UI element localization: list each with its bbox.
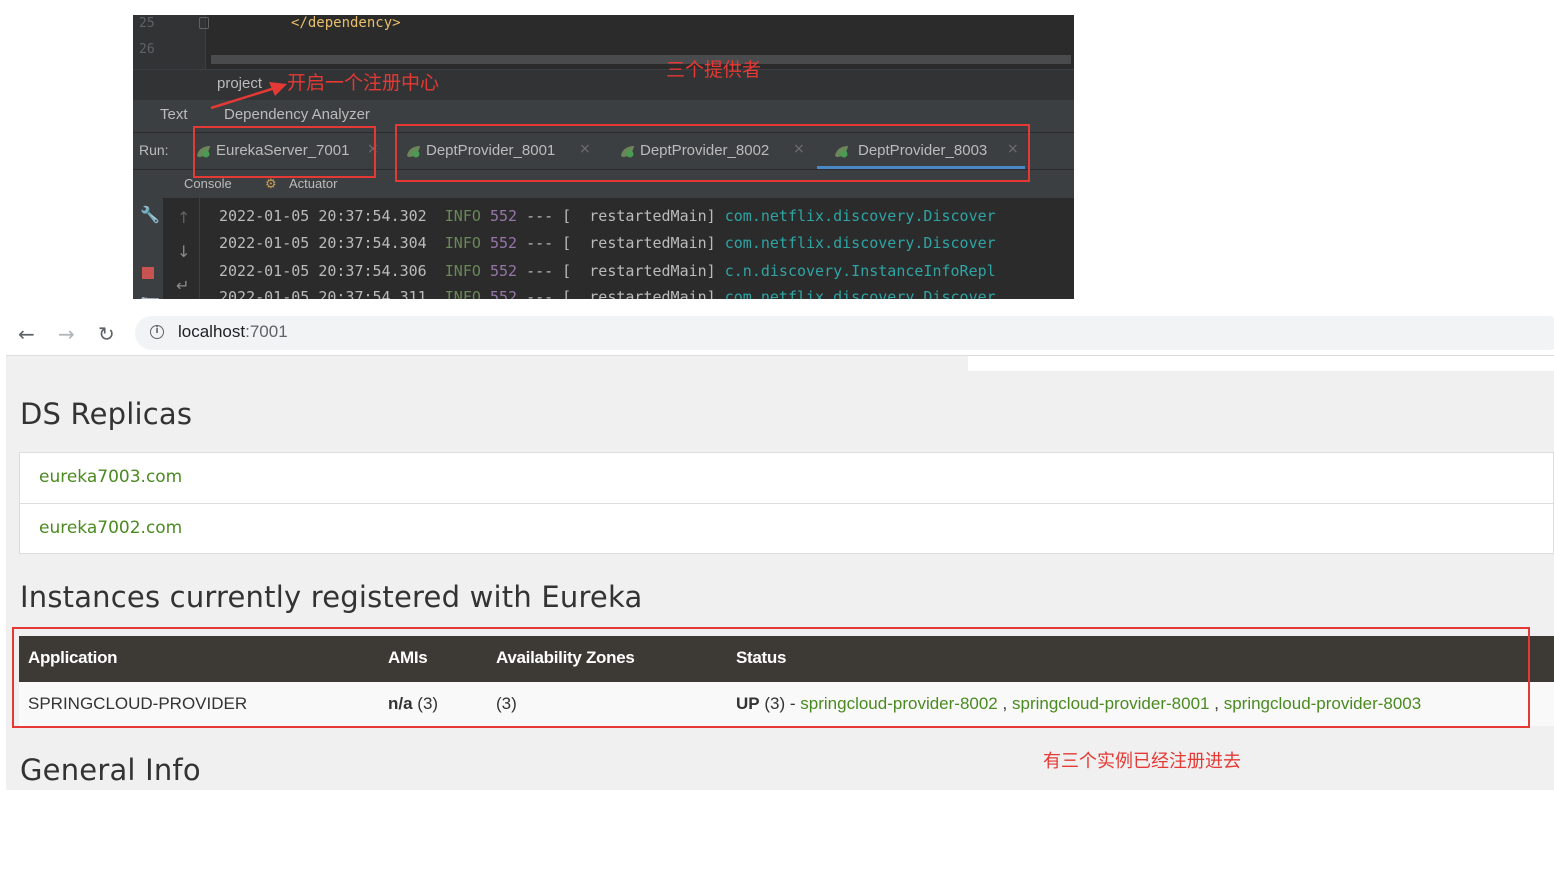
back-arrow-icon[interactable]: ← [18,322,35,346]
address-bar[interactable]: i localhost:7001 [135,316,1554,350]
console-side-toolbar: ↑ ↓ ↵ [169,198,200,299]
annotation-registry-center: 开启一个注册中心 [287,72,440,94]
log-line: 2022-01-05 20:37:54.311 INFO 552 --- [ r… [219,288,996,299]
log-line: 2022-01-05 20:37:54.304 INFO 552 --- [ r… [219,234,996,252]
tab-actuator[interactable]: Actuator [289,176,337,191]
wrench-icon[interactable]: 🔧 [140,205,160,224]
page-fragment [968,356,1554,371]
list-item: eureka7002.com [20,503,1554,554]
code-line: </dependency> [291,15,401,31]
annotation-three-instances: 有三个实例已经注册进去 [1043,751,1241,772]
soft-wrap-icon[interactable]: ↵ [176,276,189,295]
annotation-box-instances [12,627,1530,728]
instances-heading: Instances currently registered with Eure… [20,580,643,614]
annotation-box-providers [395,124,1030,182]
annotation-three-providers: 三个提供者 [666,59,762,81]
reload-icon[interactable]: ↻ [98,322,115,346]
arrow-up-icon[interactable]: ↑ [177,208,190,227]
stop-icon[interactable] [142,267,154,279]
line-gutter: 25 26 [133,15,209,69]
line-number: 26 [139,42,155,57]
list-item: eureka7003.com [20,453,1554,503]
replica-link[interactable]: eureka7003.com [39,467,182,487]
horizontal-scrollbar[interactable] [211,55,1071,64]
replicas-list: eureka7003.com eureka7002.com [19,452,1554,554]
url-text: localhost:7001 [178,322,288,341]
fold-icon[interactable] [199,17,209,29]
actuator-icon: ⚙ [265,176,277,191]
arrow-down-icon[interactable]: ↓ [177,242,190,261]
replica-link[interactable]: eureka7002.com [39,518,182,538]
run-label: Run: [139,142,169,158]
info-icon[interactable]: i [150,325,164,339]
browser-toolbar: ← → ↻ i localhost:7001 [6,314,1554,356]
annotation-box-registry [193,126,376,178]
camera-icon[interactable]: 📷 [140,293,160,299]
tab-console[interactable]: Console [184,176,232,191]
tab-text[interactable]: Text [160,106,188,123]
general-info-heading: General Info [20,753,201,787]
log-line: 2022-01-05 20:37:54.306 INFO 552 --- [ r… [219,262,996,280]
forward-arrow-icon[interactable]: → [58,322,75,346]
ds-replicas-heading: DS Replicas [20,397,193,431]
console-output[interactable]: 2022-01-05 20:37:54.302 INFO 552 --- [ r… [205,198,1074,299]
log-line: 2022-01-05 20:37:54.302 INFO 552 --- [ r… [219,207,996,225]
code-editor[interactable]: 25 26 </dependency> [133,15,1074,69]
annotation-arrow-icon [210,82,287,110]
line-number: 25 [139,16,155,31]
